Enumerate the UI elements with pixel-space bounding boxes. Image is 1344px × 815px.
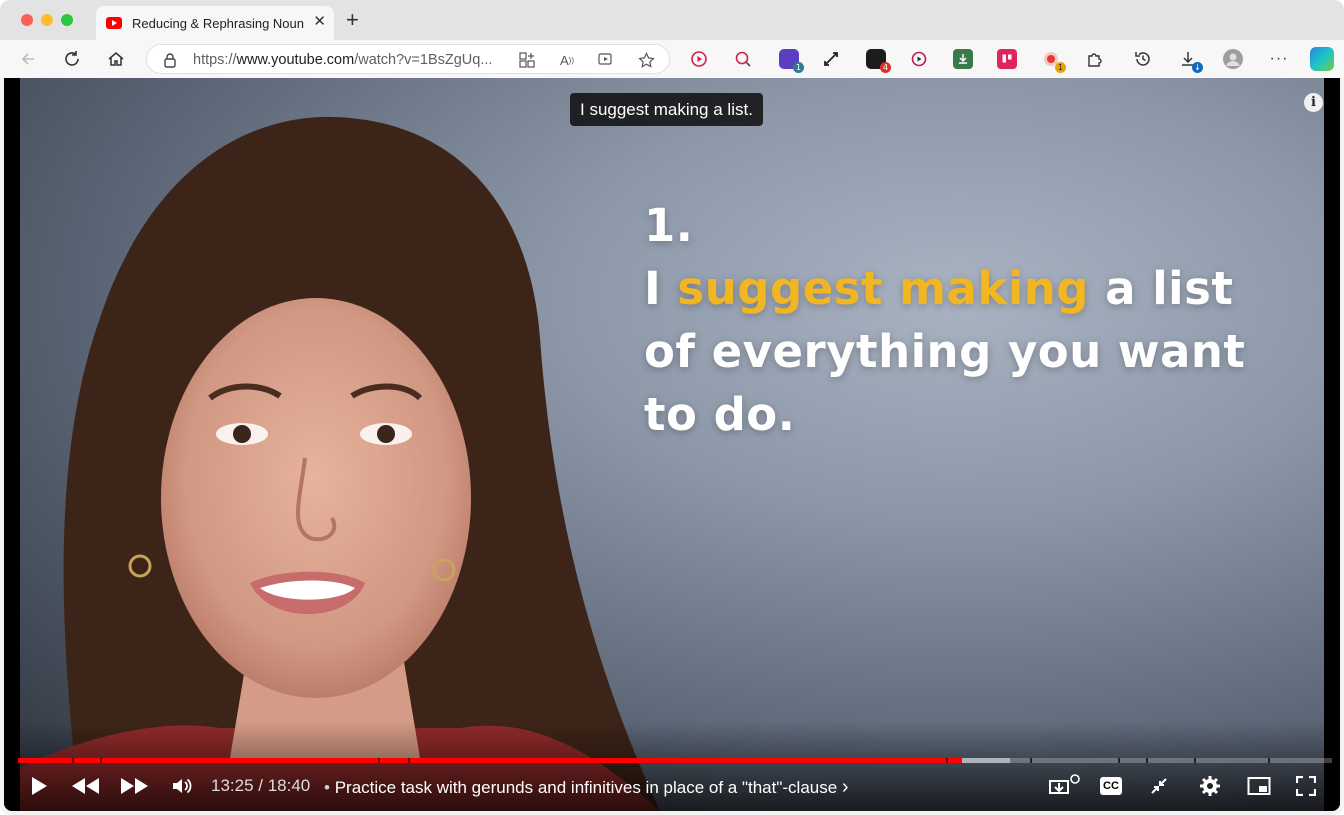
dark-ext-icon[interactable]: 4 (866, 49, 891, 73)
read-aloud-icon[interactable]: A)) (558, 51, 576, 69)
chapter-marker (100, 758, 102, 763)
autoplay-settings-icon[interactable] (1047, 774, 1081, 798)
video-speed-ext-icon[interactable] (909, 49, 929, 69)
picture-in-picture-icon[interactable] (1246, 774, 1272, 798)
video-frame[interactable]: 1. I suggest making a list of everything… (20, 78, 1324, 811)
chapter-marker (1268, 758, 1270, 763)
tab-title: Reducing & Rephrasing Noun Cl (132, 15, 308, 31)
time-display: 13:25 / 18:40 (211, 776, 311, 795)
slide-line-2: of everything you want (644, 325, 1246, 378)
notes-ext-badge: 1 (793, 62, 804, 73)
previous-icon[interactable] (69, 774, 101, 798)
lock-icon[interactable] (163, 52, 177, 73)
shortcut-ext-icon[interactable] (821, 49, 841, 69)
favorite-star-icon[interactable] (637, 51, 655, 69)
chapter-marker (1030, 758, 1032, 763)
next-icon[interactable] (119, 774, 151, 798)
back-arrow-icon[interactable] (17, 48, 39, 70)
address-bar[interactable]: https://www.youtube.com/watch?v=1BsZgUq.… (146, 44, 670, 74)
video-player[interactable]: 1. I suggest making a list of everything… (4, 78, 1340, 811)
slide-highlight: suggest making (677, 262, 1090, 315)
volume-icon[interactable] (170, 774, 194, 798)
slide-line-1: I suggest making a list (644, 262, 1234, 315)
fullscreen-icon[interactable] (1294, 774, 1318, 798)
settings-gear-icon[interactable] (1198, 774, 1222, 798)
youtube-favicon-icon (106, 17, 122, 29)
new-tab-icon[interactable]: + (346, 9, 359, 31)
chapter-marker (378, 758, 380, 763)
info-icon[interactable]: i (1304, 93, 1323, 112)
chapter-marker (72, 758, 74, 763)
minimize-window-button[interactable] (41, 14, 53, 26)
browser-toolbar: https://www.youtube.com/watch?v=1BsZgUq.… (0, 40, 1344, 78)
progress-bar[interactable] (18, 758, 1332, 763)
cc-label: CC (1100, 777, 1122, 795)
slide-text: 1. I suggest making a list of everything… (644, 194, 1245, 446)
download-ext-icon[interactable] (953, 49, 973, 69)
miniplayer-collapse-icon[interactable] (1147, 774, 1171, 798)
presenter-image (20, 117, 660, 811)
chapter-title-button[interactable]: • Practice task with gerunds and infinit… (324, 776, 849, 799)
slide-line-3: to do. (644, 388, 796, 441)
record-ext-badge: 1 (1055, 62, 1066, 73)
chapter-marker (946, 758, 948, 763)
close-window-button[interactable] (21, 14, 33, 26)
video-capture-icon[interactable] (597, 51, 615, 69)
more-menu-icon[interactable]: ··· (1269, 49, 1289, 69)
home-icon[interactable] (105, 48, 127, 70)
subtitles-cc-icon[interactable]: CC (1099, 774, 1123, 798)
history-icon[interactable] (1133, 49, 1153, 69)
browser-window: Reducing & Rephrasing Noun Cl ✕ + https:… (0, 0, 1344, 815)
tab-youtube[interactable]: Reducing & Rephrasing Noun Cl ✕ (96, 6, 334, 40)
extensions-puzzle-icon[interactable] (1085, 49, 1105, 69)
play-icon[interactable] (28, 774, 50, 798)
tab-bar: Reducing & Rephrasing Noun Cl ✕ + (0, 0, 1344, 40)
profile-avatar-icon[interactable] (1223, 49, 1243, 69)
downloads-badge: ↓ (1192, 62, 1203, 73)
chapter-marker (1118, 758, 1120, 763)
search-lens-ext-icon[interactable] (733, 49, 753, 69)
maximize-window-button[interactable] (61, 14, 73, 26)
chapter-marker (1146, 758, 1148, 763)
trello-ext-icon[interactable] (997, 49, 1017, 69)
app-available-icon[interactable] (518, 51, 536, 69)
slide-number: 1. (644, 199, 694, 252)
youtube-ext-icon[interactable] (689, 49, 709, 69)
subtitle-caption: I suggest making a list. (570, 93, 763, 126)
downloads-icon[interactable]: ↓ (1178, 49, 1203, 73)
tab-close-icon[interactable]: ✕ (313, 14, 326, 30)
copilot-icon[interactable] (1310, 47, 1334, 71)
chapter-marker (408, 758, 410, 763)
reload-icon[interactable] (61, 48, 83, 70)
notes-ext-icon[interactable]: 1 (779, 49, 804, 73)
chapter-marker (1194, 758, 1196, 763)
record-ext-icon[interactable]: 1 (1041, 49, 1066, 73)
url-text[interactable]: https://www.youtube.com/watch?v=1BsZgUq.… (193, 52, 503, 68)
dark-ext-badge: 4 (880, 62, 891, 73)
progress-played (18, 758, 962, 763)
